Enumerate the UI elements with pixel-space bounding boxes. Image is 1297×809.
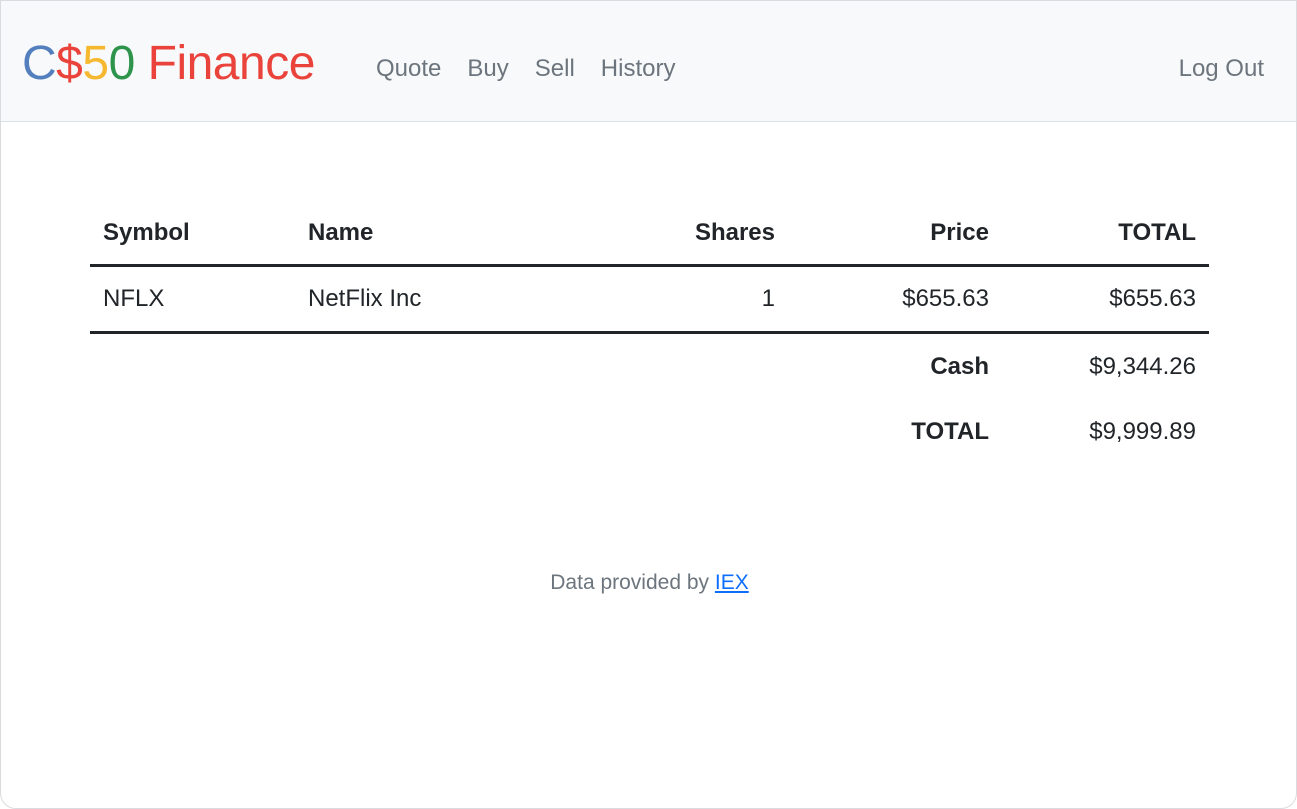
cash-row: Cash $9,344.26 xyxy=(90,333,1209,400)
nav-links: Quote Buy Sell History xyxy=(376,53,701,85)
cell-symbol: NFLX xyxy=(90,265,295,334)
logout-link[interactable]: Log Out xyxy=(1179,53,1264,85)
header-price: Price xyxy=(788,201,1002,267)
nav-link-history[interactable]: History xyxy=(601,53,676,85)
nav-link-quote[interactable]: Quote xyxy=(376,53,441,85)
brand-digit-5: 5 xyxy=(82,37,109,90)
table-footer: Cash $9,344.26 TOTAL $9,999.89 xyxy=(90,333,1209,465)
brand-word-finance: Finance xyxy=(134,37,316,90)
brand-letter-c: C xyxy=(22,37,57,90)
grand-total-value: $9,999.89 xyxy=(1089,417,1196,445)
footer-text: Data provided by xyxy=(550,571,710,594)
cash-value: $9,344.26 xyxy=(1089,352,1196,380)
brand-letter-dollar: $ xyxy=(56,37,83,90)
grand-total-label: TOTAL xyxy=(911,417,989,445)
header-total: TOTAL xyxy=(1002,201,1209,267)
portfolio-table: Symbol Name Shares Price TOTAL NFLX NetF… xyxy=(90,201,1209,464)
browser-viewport: C$50 Finance Quote Buy Sell History Log … xyxy=(0,0,1297,809)
iex-link[interactable]: IEX xyxy=(715,571,749,594)
cell-price: $655.63 xyxy=(788,265,1002,334)
table-header: Symbol Name Shares Price TOTAL xyxy=(90,201,1209,267)
header-name: Name xyxy=(295,201,556,267)
header-symbol: Symbol xyxy=(90,201,295,267)
nav-link-sell[interactable]: Sell xyxy=(535,53,575,85)
cash-label: Cash xyxy=(930,352,989,380)
brand-logo-link[interactable]: C$50 Finance xyxy=(22,34,315,94)
header-shares: Shares xyxy=(556,201,788,267)
cell-shares: 1 xyxy=(556,265,788,334)
navbar: C$50 Finance Quote Buy Sell History Log … xyxy=(1,1,1296,122)
cell-name: NetFlix Inc xyxy=(295,265,556,334)
footer: Data provided by IEX xyxy=(1,571,1296,595)
table-body: NFLX NetFlix Inc 1 $655.63 $655.63 xyxy=(90,265,1209,334)
cell-total: $655.63 xyxy=(1002,265,1209,334)
header-row: Symbol Name Shares Price TOTAL xyxy=(90,201,1209,267)
table-row: NFLX NetFlix Inc 1 $655.63 $655.63 xyxy=(90,265,1209,334)
brand-digit-0: 0 xyxy=(108,37,136,90)
grand-total-row: TOTAL $9,999.89 xyxy=(90,399,1209,464)
nav-link-buy[interactable]: Buy xyxy=(467,53,508,85)
